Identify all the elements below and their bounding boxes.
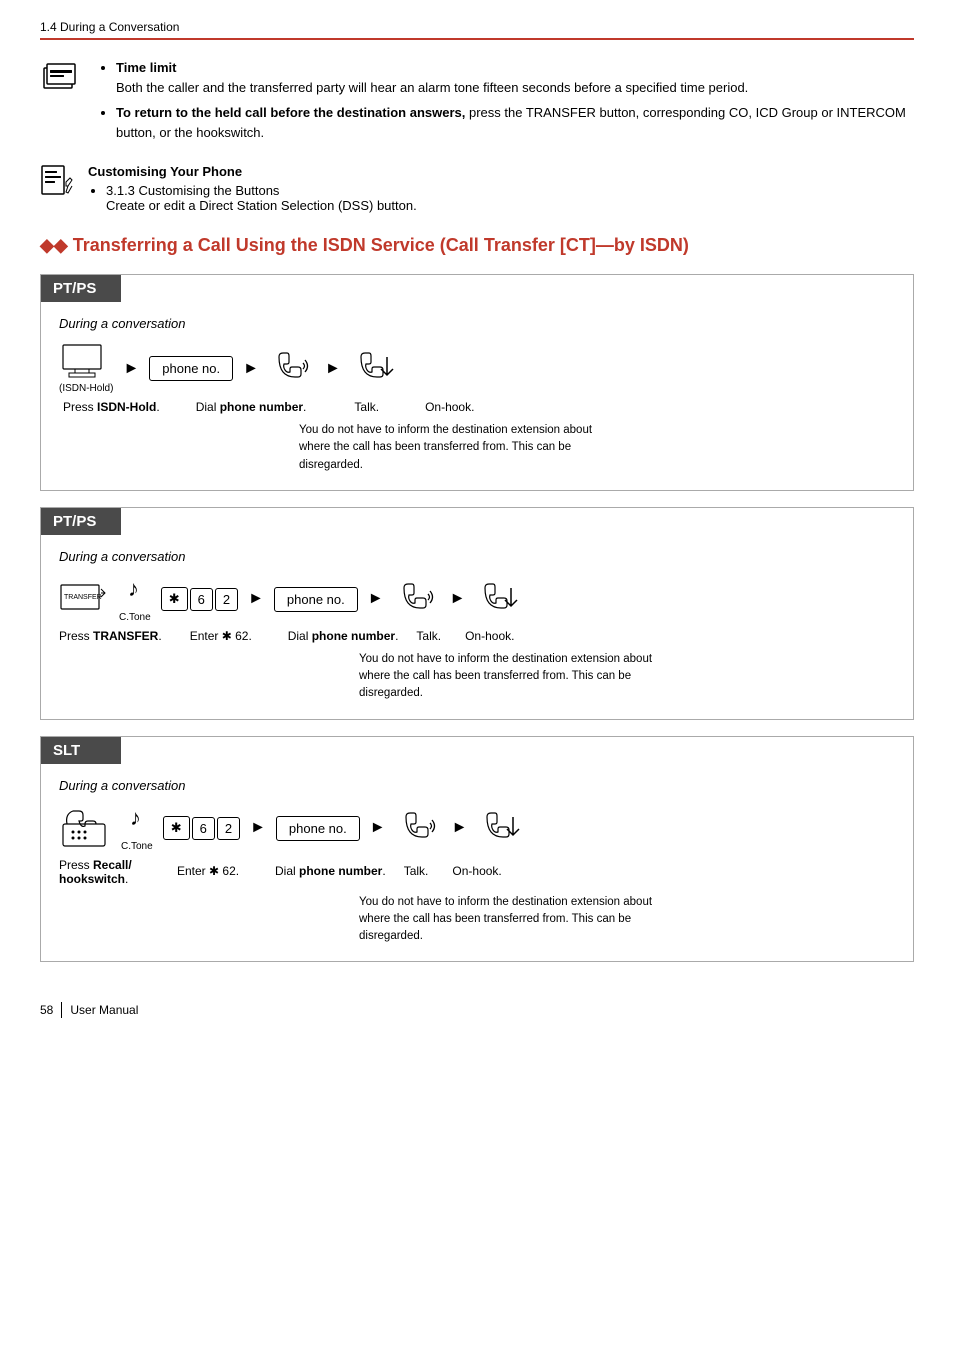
panel-1-flow: (ISDN-Hold) ► phone no. ► ► <box>59 343 895 394</box>
ctone-label-2: C.Tone <box>119 612 151 623</box>
onhook-icon-2 <box>475 580 521 619</box>
key-6-2: 6 <box>190 588 213 611</box>
panel-2-labels: Press TRANSFER. Enter ✱ 62. Dial phone n… <box>59 629 895 643</box>
panel-3-body: During a conversation <box>41 764 913 962</box>
arrow-7: ► <box>250 819 266 837</box>
tip-title-1: Time limit <box>116 60 176 75</box>
ctone-item-2: ♪ C.Tone <box>119 576 151 623</box>
arrow-3: ► <box>325 360 341 378</box>
arrow-8: ► <box>370 819 386 837</box>
isdn-hold-icon <box>59 343 113 382</box>
label-dial-1: Dial phone number. <box>196 400 307 414</box>
panel-1-labels: Press ISDN-Hold. Dial phone number. Talk… <box>63 400 895 414</box>
key-6-3: 6 <box>192 817 215 840</box>
key-star-2: ✱ <box>161 587 188 611</box>
customise-icon <box>40 164 78 198</box>
label-enter-62-2: Enter ✱ 62. <box>190 629 270 643</box>
label-dial-3: Dial phone number. <box>275 864 386 878</box>
label-talk-2: Talk. <box>416 629 441 643</box>
panel-2-body: During a conversation TRANSFER ♪ C.Tone <box>41 535 913 719</box>
panel-3-note: You do not have to inform the destinatio… <box>359 894 669 946</box>
label-talk-3: Talk. <box>404 864 429 878</box>
customise-item-1: 3.1.3 Customising the Buttons Create or … <box>106 183 417 213</box>
arrow-6: ► <box>450 590 466 608</box>
arrow-9: ► <box>452 819 468 837</box>
panel-2-header: PT/PS <box>41 508 121 535</box>
section-header: 1.4 During a Conversation <box>40 20 914 40</box>
keyseq-3: ✱ 6 2 <box>163 816 240 840</box>
panel-2-flow: TRANSFER ♪ C.Tone ✱ 6 2 ► phone no. <box>59 576 895 623</box>
page-number: 58 <box>40 1003 53 1017</box>
customise-content: Customising Your Phone 3.1.3 Customising… <box>88 164 417 213</box>
phone-no-btn-3: phone no. <box>276 816 360 841</box>
footer-label: User Manual <box>70 1003 138 1017</box>
svg-text:TRANSFER: TRANSFER <box>64 594 102 601</box>
label-recall: Press Recall/hookswitch. <box>59 858 149 886</box>
tip-item-2: To return to the held call before the de… <box>116 103 914 142</box>
arrow-4: ► <box>248 590 264 608</box>
page-footer: 58 User Manual <box>40 1002 914 1018</box>
panel-1: PT/PS During a conversation (ISDN-Hold) … <box>40 274 914 491</box>
section-title-text: 1.4 During a Conversation <box>40 20 179 34</box>
label-transfer: Press TRANSFER. <box>59 629 162 643</box>
panel-1-note: You do not have to inform the destinatio… <box>299 422 609 474</box>
panel-3-header: SLT <box>41 737 121 764</box>
label-onhook-1: On-hook. <box>425 400 474 414</box>
arrow-1: ► <box>123 360 139 378</box>
panel-3: SLT During a conversation <box>40 736 914 963</box>
recall-icon-item <box>59 806 111 850</box>
talk-icon-2 <box>394 580 440 619</box>
onhook-icon-3 <box>477 809 523 848</box>
key-2-3: 2 <box>217 817 240 840</box>
tip-block: Time limit Both the caller and the trans… <box>40 58 914 148</box>
panel-3-flow: ♪ C.Tone ✱ 6 2 ► phone no. ► <box>59 805 895 852</box>
isdn-hold-label: (ISDN-Hold) <box>59 383 113 394</box>
panel-1-during: During a conversation <box>59 316 895 331</box>
svg-text:♪: ♪ <box>128 576 139 601</box>
phone-no-btn-2: phone no. <box>274 587 358 612</box>
panel-1-body: During a conversation (ISDN-Hold) ► phon… <box>41 302 913 490</box>
transfer-icon-item: TRANSFER <box>59 581 109 617</box>
phone-no-btn-1: phone no. <box>149 356 233 381</box>
key-2-2: 2 <box>215 588 238 611</box>
footer-divider <box>61 1002 62 1018</box>
label-isdn-hold: Press ISDN-Hold. <box>63 400 160 414</box>
talk-icon-1 <box>269 349 315 388</box>
ctone-label-3: C.Tone <box>121 841 153 852</box>
tip-content: Time limit Both the caller and the trans… <box>98 58 914 148</box>
key-star-3: ✱ <box>163 816 190 840</box>
customise-block: Customising Your Phone 3.1.3 Customising… <box>40 164 914 213</box>
label-onhook-2: On-hook. <box>465 629 514 643</box>
label-dial-2: Dial phone number. <box>288 629 399 643</box>
arrow-5: ► <box>368 590 384 608</box>
tip-item-1: Time limit Both the caller and the trans… <box>116 58 914 97</box>
label-talk-1: Talk. <box>354 400 379 414</box>
ctone-item-3: ♪ C.Tone <box>121 805 153 852</box>
panel-1-header: PT/PS <box>41 275 121 302</box>
customise-title: Customising Your Phone <box>88 164 417 179</box>
onhook-icon-1 <box>351 349 397 388</box>
panel-3-during: During a conversation <box>59 778 895 793</box>
main-section-title: ◆◆ Transferring a Call Using the ISDN Se… <box>40 233 914 258</box>
tip-text-2: To return to the held call before the de… <box>116 105 906 140</box>
keyseq-2: ✱ 6 2 <box>161 587 238 611</box>
tip-phone-icon <box>40 60 84 104</box>
panel-3-labels: Press Recall/hookswitch. Enter ✱ 62. Dia… <box>59 858 895 886</box>
panel-2-note: You do not have to inform the destinatio… <box>359 651 669 703</box>
svg-text:♪: ♪ <box>130 805 141 830</box>
label-enter-62-3: Enter ✱ 62. <box>177 864 257 878</box>
tip-text-1: Both the caller and the transferred part… <box>116 80 748 95</box>
talk-icon-3 <box>396 809 442 848</box>
isdn-hold-item: (ISDN-Hold) <box>59 343 113 394</box>
panel-2: PT/PS During a conversation TRANSFER ♪ C… <box>40 507 914 720</box>
panel-2-during: During a conversation <box>59 549 895 564</box>
label-onhook-3: On-hook. <box>452 864 501 878</box>
arrow-2: ► <box>243 360 259 378</box>
diamond-icons: ◆◆ <box>40 235 73 255</box>
